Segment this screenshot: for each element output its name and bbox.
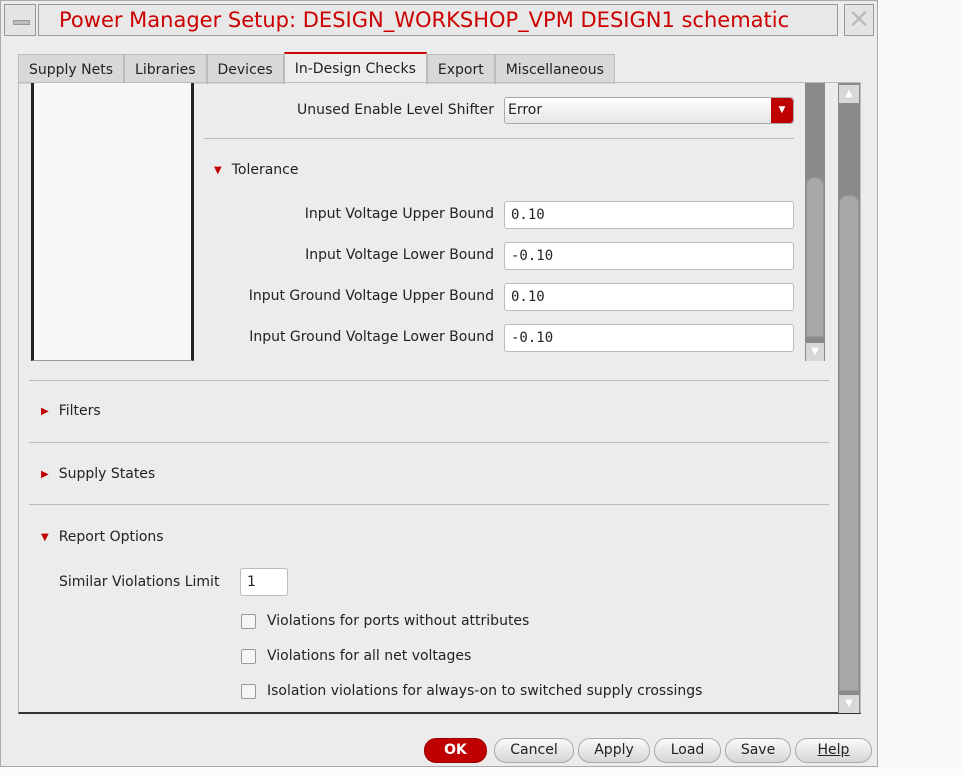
help-button[interactable]: Help	[795, 738, 872, 763]
input-ground-upper-field[interactable]: 0.10	[504, 283, 794, 311]
tab-devices[interactable]: Devices	[206, 54, 284, 84]
inner-scrollbar[interactable]: ▼	[805, 83, 825, 361]
similar-violations-field[interactable]: 1	[240, 568, 288, 596]
save-button[interactable]: Save	[725, 738, 791, 763]
input-ground-lower-field[interactable]: -0.10	[504, 324, 794, 352]
unused-enable-value: Error	[508, 102, 543, 118]
checkbox-all-net-voltages[interactable]: Violations for all net voltages	[241, 648, 471, 664]
filters-section-toggle[interactable]: ▶ Filters	[41, 403, 101, 419]
triangle-down-icon: ▼	[214, 164, 222, 176]
outer-scrollbar-thumb[interactable]	[839, 195, 859, 691]
checkbox[interactable]	[241, 683, 256, 699]
field-label: Input Ground Voltage Lower Bound	[249, 329, 494, 345]
checkbox-ports-without-attributes[interactable]: Violations for ports without attributes	[241, 613, 529, 629]
tab-miscellaneous[interactable]: Miscellaneous	[494, 54, 615, 84]
tab-libraries[interactable]: Libraries	[124, 54, 207, 84]
apply-button[interactable]: Apply	[578, 738, 650, 763]
cancel-button[interactable]: Cancel	[494, 738, 574, 763]
tolerance-section-toggle[interactable]: ▼ Tolerance	[214, 162, 298, 178]
divider	[204, 138, 794, 139]
field-label: Input Voltage Upper Bound	[304, 206, 494, 222]
field-label: Input Ground Voltage Upper Bound	[248, 288, 494, 304]
checkbox-label: Violations for all net voltages	[267, 648, 472, 664]
similar-violations-label: Similar Violations Limit	[59, 574, 220, 590]
tab-in-design-checks[interactable]: In-Design Checks	[283, 52, 427, 84]
divider	[29, 380, 829, 381]
supply-states-title: Supply States	[58, 466, 156, 482]
checkbox[interactable]	[241, 613, 256, 629]
input-voltage-upper-field[interactable]: 0.10	[504, 201, 794, 229]
triangle-right-icon: ▶	[41, 468, 49, 480]
ok-button[interactable]: OK	[424, 738, 487, 763]
outer-scrollbar[interactable]: ▲ ▼	[838, 83, 860, 713]
chevron-down-icon: ▼	[771, 98, 793, 123]
checkbox-label: Isolation violations for always-on to sw…	[267, 683, 703, 699]
checkbox-isolation-violations[interactable]: Isolation violations for always-on to sw…	[241, 683, 702, 699]
check-category-list[interactable]	[31, 83, 194, 361]
checkbox-label: Violations for ports without attributes	[267, 613, 530, 629]
filters-title: Filters	[58, 403, 101, 419]
window-title: Power Manager Setup: DESIGN_WORKSHOP_VPM…	[38, 4, 838, 36]
power-manager-window: Power Manager Setup: DESIGN_WORKSHOP_VPM…	[0, 0, 878, 767]
scroll-down-icon[interactable]: ▼	[839, 695, 859, 713]
field-label: Input Voltage Lower Bound	[305, 247, 494, 263]
triangle-down-icon: ▼	[41, 531, 49, 543]
report-options-section-toggle[interactable]: ▼ Report Options	[41, 529, 164, 545]
scroll-down-icon[interactable]: ▼	[806, 343, 824, 361]
checkbox[interactable]	[241, 648, 256, 664]
tolerance-title: Tolerance	[231, 162, 299, 178]
inner-scrollbar-thumb[interactable]	[806, 177, 824, 337]
divider	[29, 442, 829, 443]
report-options-title: Report Options	[58, 529, 164, 545]
unused-enable-label: Unused Enable Level Shifter	[297, 102, 494, 118]
unused-enable-dropdown[interactable]: Error ▼	[504, 97, 794, 124]
title-bar: Power Manager Setup: DESIGN_WORKSHOP_VPM…	[4, 4, 874, 36]
tab-bar: Supply Nets Libraries Devices In-Design …	[18, 52, 615, 84]
triangle-right-icon: ▶	[41, 405, 49, 417]
minimize-button[interactable]	[4, 4, 36, 36]
tab-supply-nets[interactable]: Supply Nets	[18, 54, 125, 84]
input-voltage-lower-field[interactable]: -0.10	[504, 242, 794, 270]
scroll-up-icon[interactable]: ▲	[839, 85, 859, 103]
supply-states-section-toggle[interactable]: ▶ Supply States	[41, 466, 155, 482]
divider	[29, 504, 829, 505]
close-button[interactable]: ✕	[844, 4, 874, 36]
in-design-checks-panel: Unused Enable Level Shifter Error ▼ ▼ Tole…	[18, 82, 861, 714]
tab-export[interactable]: Export	[426, 54, 495, 84]
load-button[interactable]: Load	[654, 738, 721, 763]
